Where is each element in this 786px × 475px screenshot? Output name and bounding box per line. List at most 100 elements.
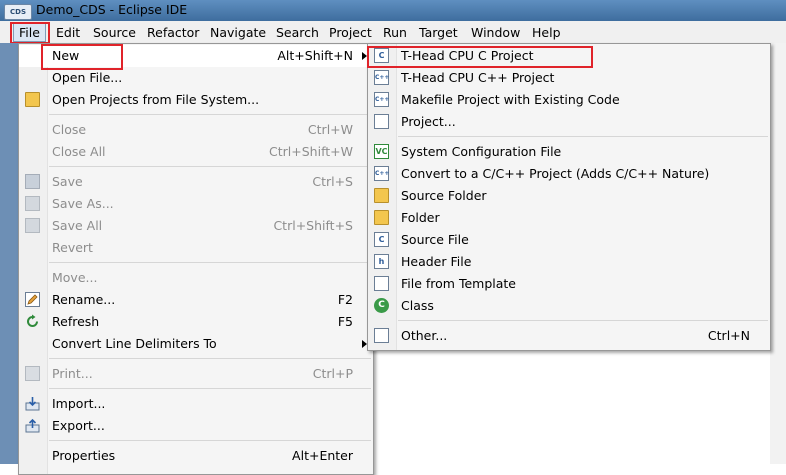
menu-item-refresh-label: Refresh [52,314,100,329]
new-project-icon [374,114,389,129]
menu-item-rename-shortcut: F2 [337,292,353,307]
menu-separator [49,388,371,389]
menu-separator [49,358,371,359]
submenu-item-other-shortcut: Ctrl+N [707,328,750,343]
submenu-item-thead-cpp-project[interactable]: C++ T-Head CPU C++ Project [368,67,770,89]
file-menu-dropdown: New Alt+Shift+N Open File... Open Projec… [18,43,374,475]
convert-cpp-icon: C++ [374,166,389,181]
window-title: Demo_CDS - Eclipse IDE [36,2,188,17]
submenu-item-thead-c-label: T-Head CPU C Project [401,48,534,63]
menu-separator [49,440,371,441]
submenu-item-source-file-label: Source File [401,232,469,247]
submenu-item-header-file[interactable]: h Header File [368,251,770,273]
menu-search[interactable]: Search [276,24,319,41]
submenu-item-thead-cpp-label: T-Head CPU C++ Project [401,70,555,85]
submenu-item-folder-label: Folder [401,210,440,225]
menu-item-import[interactable]: Import... [19,393,373,415]
menu-item-new[interactable]: New Alt+Shift+N [19,45,373,67]
cpp-project-icon: C++ [374,70,389,85]
menu-item-convert-label: Convert Line Delimiters To [52,336,217,351]
menu-run[interactable]: Run [383,24,407,41]
printer-icon [25,366,40,381]
save-disk-icon [25,174,40,189]
menu-item-close: Close Ctrl+W [19,119,373,141]
submenu-item-thead-c-project[interactable]: C T-Head CPU C Project [368,45,770,67]
c-project-icon: C [374,48,389,63]
menu-item-save-as: Save As... [19,193,373,215]
menu-window[interactable]: Window [471,24,520,41]
menu-target[interactable]: Target [419,24,458,41]
menu-item-refresh-shortcut: F5 [337,314,353,329]
menu-item-move-label: Move... [52,270,98,285]
submenu-item-source-file[interactable]: C Source File [368,229,770,251]
save-all-icon [25,218,40,233]
menu-item-open-file-label: Open File... [52,70,123,85]
submenu-item-source-folder-label: Source Folder [401,188,487,203]
submenu-item-makefile-project[interactable]: C++ Makefile Project with Existing Code [368,89,770,111]
import-icon [25,396,40,411]
submenu-item-class[interactable]: C Class [368,295,770,317]
submenu-separator [398,136,768,137]
menu-item-new-shortcut: Alt+Shift+N [277,48,353,63]
submenu-item-makefile-label: Makefile Project with Existing Code [401,92,620,107]
submenu-item-other-label: Other... [401,328,448,343]
menu-item-rename-label: Rename... [52,292,116,307]
menu-item-convert-line-delimiters[interactable]: Convert Line Delimiters To [19,333,373,355]
menu-source[interactable]: Source [93,24,136,41]
menu-file[interactable]: File [13,23,46,42]
menu-item-print: Print... Ctrl+P [19,363,373,385]
rename-pencil-icon [25,292,40,307]
submenu-separator [398,320,768,321]
menu-item-save-all: Save All Ctrl+Shift+S [19,215,373,237]
new-submenu: C T-Head CPU C Project C++ T-Head CPU C+… [367,43,771,351]
template-file-icon [374,276,389,291]
menu-item-close-all-shortcut: Ctrl+Shift+W [269,144,353,159]
menu-refactor[interactable]: Refactor [147,24,199,41]
class-icon: C [374,298,389,313]
menu-item-print-shortcut: Ctrl+P [312,366,353,381]
submenu-item-system-configuration-file[interactable]: VC System Configuration File [368,141,770,163]
menu-item-save-all-shortcut: Ctrl+Shift+S [273,218,353,233]
menu-item-save: Save Ctrl+S [19,171,373,193]
eclipse-app-icon: CDS [4,4,32,20]
submenu-item-sysconfig-label: System Configuration File [401,144,562,159]
title-bar: CDS Demo_CDS - Eclipse IDE [0,0,786,21]
menu-item-revert: Revert [19,237,373,259]
export-icon [25,418,40,433]
menu-navigate[interactable]: Navigate [210,24,266,41]
menu-item-rename[interactable]: Rename... F2 [19,289,373,311]
menu-item-properties-shortcut: Alt+Enter [292,448,353,463]
menu-item-refresh[interactable]: Refresh F5 [19,311,373,333]
menu-item-export[interactable]: Export... [19,415,373,437]
submenu-item-header-file-label: Header File [401,254,472,269]
header-file-icon: h [374,254,389,269]
menu-item-save-all-label: Save All [52,218,103,233]
menu-item-close-all-label: Close All [52,144,106,159]
menu-item-open-projects[interactable]: Open Projects from File System... [19,89,373,111]
submenu-item-convert-cpp-label: Convert to a C/C++ Project (Adds C/C++ N… [401,166,710,181]
submenu-item-file-template-label: File from Template [401,276,516,291]
menu-item-open-projects-label: Open Projects from File System... [52,92,260,107]
menu-project[interactable]: Project [329,24,372,41]
submenu-item-convert-to-cpp[interactable]: C++ Convert to a C/C++ Project (Adds C/C… [368,163,770,185]
menu-item-close-all: Close All Ctrl+Shift+W [19,141,373,163]
submenu-item-project-label: Project... [401,114,456,129]
other-wizard-icon [374,328,389,343]
menu-separator [49,166,371,167]
sysconfig-icon: VC [374,144,389,159]
submenu-item-file-from-template[interactable]: File from Template [368,273,770,295]
menu-item-export-label: Export... [52,418,105,433]
menu-edit[interactable]: Edit [56,24,80,41]
save-as-icon [25,196,40,211]
folder-icon [374,210,389,225]
submenu-item-source-folder[interactable]: Source Folder [368,185,770,207]
submenu-item-folder[interactable]: Folder [368,207,770,229]
menu-separator [49,114,371,115]
menu-item-print-label: Print... [52,366,93,381]
submenu-item-other[interactable]: Other... Ctrl+N [368,325,770,347]
menu-bar: File Edit Source Refactor Navigate Searc… [0,21,786,44]
submenu-item-project[interactable]: Project... [368,111,770,133]
menu-item-open-file[interactable]: Open File... [19,67,373,89]
menu-separator [49,262,371,263]
menu-help[interactable]: Help [532,24,561,41]
